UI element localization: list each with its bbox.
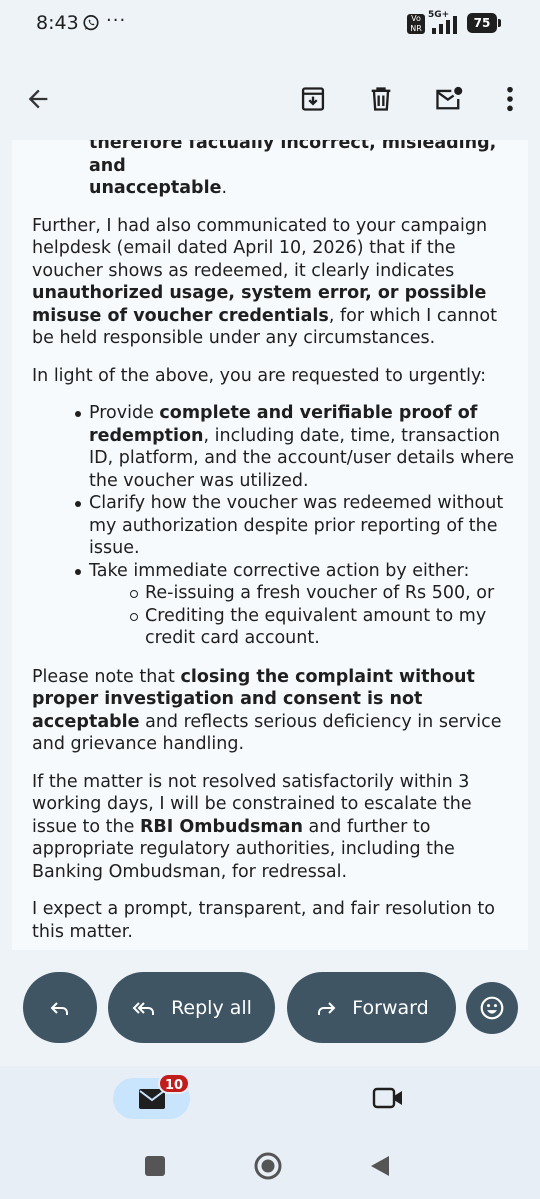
sub-list-item: Re-issuing a fresh voucher of Rs 500, or xyxy=(89,582,516,605)
reply-actions: Reply all Forward xyxy=(0,972,540,1044)
text: Please note that xyxy=(32,666,181,687)
list-item: Provide complete and verifiable proof of… xyxy=(32,402,516,492)
archive-icon xyxy=(301,87,325,111)
system-navigation-bar xyxy=(0,1132,540,1199)
sub-list-item: Crediting the equivalent amount to my cr… xyxy=(89,605,516,650)
forward-button[interactable]: Forward xyxy=(287,972,456,1043)
delete-icon xyxy=(371,87,391,111)
paragraph-final: I expect a prompt, transparent, and fair… xyxy=(32,899,495,942)
more-notifications-icon: ··· xyxy=(106,10,127,31)
bottom-navigation xyxy=(0,1066,540,1132)
forward-label: Forward xyxy=(352,996,429,1019)
reply-button[interactable] xyxy=(23,972,97,1043)
more-vert-icon xyxy=(507,86,513,112)
home-button[interactable] xyxy=(248,1146,288,1186)
back-button[interactable] xyxy=(14,70,62,128)
back-arrow-icon xyxy=(28,89,48,109)
emoji-icon xyxy=(480,996,504,1020)
reply-all-button[interactable]: Reply all xyxy=(108,972,275,1043)
bold-text: RBI Ombudsman xyxy=(139,816,303,837)
video-camera-icon xyxy=(372,1087,402,1109)
system-back-button[interactable] xyxy=(360,1146,400,1186)
mark-unread-button[interactable] xyxy=(425,70,473,128)
list-item: Take immediate corrective action by eith… xyxy=(32,560,516,650)
recents-icon xyxy=(145,1156,165,1176)
mark-unread-icon xyxy=(436,86,463,110)
paragraph-escalation: If the matter is not resolved satisfacto… xyxy=(32,771,516,884)
request-list: Provide complete and verifiable proof of… xyxy=(32,402,516,650)
delete-button[interactable] xyxy=(357,70,405,128)
reply-all-icon xyxy=(132,1001,155,1015)
react-emoji-button[interactable] xyxy=(466,982,518,1034)
home-icon xyxy=(254,1152,282,1180)
recents-button[interactable] xyxy=(135,1146,175,1186)
clipped-top-line: therefore factually incorrect, misleadin… xyxy=(89,140,497,176)
archive-button[interactable] xyxy=(289,70,337,128)
status-bar: 8:43 ··· Vo NR 5G+ 75 xyxy=(0,0,540,48)
more-options-button[interactable] xyxy=(486,70,534,128)
bold-text: unacceptable xyxy=(89,178,222,198)
forward-icon xyxy=(318,1001,336,1015)
tab-meet[interactable] xyxy=(368,1078,408,1118)
text: . xyxy=(221,178,228,198)
volte-badge: Vo NR xyxy=(407,14,425,34)
email-toolbar xyxy=(0,70,540,128)
list-item: Clarify how the voucher was redeemed wit… xyxy=(32,492,516,560)
paragraph-helpdesk: Further, I had also communicated to your… xyxy=(32,215,516,350)
signal-icon xyxy=(432,16,457,34)
paragraph-request: In light of the above, you are requested… xyxy=(32,365,486,386)
text: Further, I had also communicated to your… xyxy=(32,215,488,281)
reply-all-label: Reply all xyxy=(171,996,252,1019)
status-time: 8:43 xyxy=(36,12,79,34)
text: Provide xyxy=(89,403,160,423)
sub-list: Re-issuing a fresh voucher of Rs 500, or… xyxy=(89,582,516,650)
clipped-paragraph-end: therefore factually incorrect, misleadin… xyxy=(89,140,516,200)
unread-count-badge: 10 xyxy=(158,1073,191,1094)
email-body-card: therefore factually incorrect, misleadin… xyxy=(12,140,528,950)
battery-icon: 75 xyxy=(467,13,501,33)
email-body: therefore factually incorrect, misleadin… xyxy=(32,140,516,950)
paragraph-closing-note: Please note that closing the complaint w… xyxy=(32,666,516,756)
whatsapp-icon xyxy=(83,15,99,31)
reply-icon xyxy=(50,1001,68,1015)
text: Take immediate corrective action by eith… xyxy=(89,560,470,581)
back-triangle-icon xyxy=(371,1156,389,1176)
